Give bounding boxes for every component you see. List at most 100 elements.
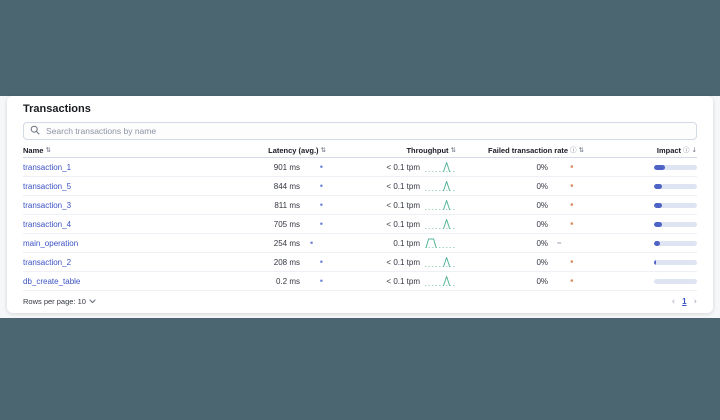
- transaction-link[interactable]: transaction_2: [23, 258, 71, 267]
- throughput-value: < 0.1 tpm: [386, 182, 420, 191]
- throughput-value: < 0.1 tpm: [386, 277, 420, 286]
- throughput-value: 0.1 tpm: [393, 239, 420, 248]
- table-row: transaction_5 844 ms < 0.1 tpm 0%: [23, 177, 697, 196]
- table-header-row: Name ⇅ Latency (avg.) ⇅ Throughput ⇅ Fai…: [23, 144, 697, 158]
- impact-cell: [584, 203, 697, 208]
- failed-rate-cell: 0%: [456, 162, 584, 172]
- column-header-latency[interactable]: Latency (avg.) ⇅: [230, 146, 326, 155]
- table-row: main_operation 254 ms 0.1 tpm 0%: [23, 234, 697, 253]
- latency-cell: 705 ms: [230, 219, 326, 229]
- failed-spark-mark: [571, 222, 573, 224]
- latency-spark-dot: [320, 261, 322, 263]
- latency-value: 705 ms: [274, 220, 300, 229]
- rows-per-page-button[interactable]: Rows per page: 10: [23, 297, 96, 306]
- latency-value: 811 ms: [274, 201, 300, 210]
- latency-sparkline: [304, 181, 326, 191]
- latency-cell: 844 ms: [230, 181, 326, 191]
- impact-bar: [654, 184, 697, 189]
- throughput-cell: 0.1 tpm: [326, 236, 456, 250]
- failed-rate-value: 0%: [536, 277, 548, 286]
- failed-rate-value: 0%: [536, 201, 548, 210]
- latency-spark-dot: [320, 280, 322, 282]
- latency-sparkline: [304, 238, 326, 248]
- next-page-button[interactable]: ›: [694, 297, 697, 307]
- transaction-name-cell: transaction_5: [23, 182, 230, 191]
- failed-rate-value: 0%: [536, 220, 548, 229]
- impact-bar-fill: [654, 222, 662, 227]
- transaction-link[interactable]: transaction_5: [23, 182, 71, 191]
- latency-cell: 901 ms: [230, 162, 326, 172]
- failed-rate-value: 0%: [536, 163, 548, 172]
- throughput-cell: < 0.1 tpm: [326, 198, 456, 212]
- throughput-sparkline: [424, 217, 456, 231]
- failed-rate-cell: 0%: [456, 219, 584, 229]
- throughput-sparkline: [424, 236, 456, 250]
- throughput-sparkline: [424, 198, 456, 212]
- latency-value: 844 ms: [274, 182, 300, 191]
- info-icon[interactable]: ⓘ: [570, 147, 577, 154]
- throughput-spark-spike: [444, 220, 450, 229]
- transaction-name-cell: db_create_table: [23, 277, 230, 286]
- throughput-cell: < 0.1 tpm: [326, 255, 456, 269]
- failed-rate-cell: 0%: [456, 181, 584, 191]
- latency-cell: 254 ms: [230, 238, 326, 248]
- failed-spark-mark: [571, 203, 573, 205]
- column-header-failed-rate[interactable]: Failed transaction rate ⓘ ⇅: [456, 146, 584, 155]
- throughput-sparkline: [424, 274, 456, 288]
- throughput-spark-spike: [444, 182, 450, 191]
- page-number-button[interactable]: 1: [682, 297, 686, 306]
- failed-rate-value: 0%: [536, 239, 548, 248]
- panel-title: Transactions: [23, 104, 697, 115]
- column-header-throughput[interactable]: Throughput ⇅: [326, 146, 456, 155]
- search-icon: [30, 125, 40, 135]
- latency-value: 208 ms: [274, 258, 300, 267]
- transaction-link[interactable]: main_operation: [23, 239, 78, 248]
- table-row: transaction_4 705 ms < 0.1 tpm 0%: [23, 215, 697, 234]
- latency-sparkline: [304, 257, 326, 267]
- impact-bar-fill: [654, 165, 665, 170]
- column-header-name[interactable]: Name ⇅: [23, 146, 230, 155]
- transaction-link[interactable]: db_create_table: [23, 277, 80, 286]
- throughput-spark-spike: [444, 258, 450, 267]
- impact-bar-fill: [654, 203, 662, 208]
- throughput-spark-spike: [426, 239, 436, 248]
- impact-bar: [654, 241, 697, 246]
- throughput-value: < 0.1 tpm: [386, 220, 420, 229]
- sort-desc-icon[interactable]: ↓: [692, 147, 697, 154]
- info-icon[interactable]: ⓘ: [683, 147, 690, 154]
- latency-sparkline: [304, 162, 326, 172]
- failed-spark-mark: [571, 260, 573, 262]
- failed-rate-sparkline: [552, 276, 584, 286]
- failed-spark-mark: [557, 242, 561, 243]
- transaction-name-cell: transaction_3: [23, 201, 230, 210]
- transaction-link[interactable]: transaction_1: [23, 163, 71, 172]
- transaction-name-cell: main_operation: [23, 239, 230, 248]
- failed-rate-cell: 0%: [456, 200, 584, 210]
- transaction-link[interactable]: transaction_4: [23, 220, 71, 229]
- sort-icon[interactable]: ⇅: [45, 147, 50, 154]
- impact-cell: [584, 184, 697, 189]
- impact-bar: [654, 260, 697, 265]
- table-row: transaction_1 901 ms < 0.1 tpm 0%: [23, 158, 697, 177]
- latency-spark-dot: [320, 185, 322, 187]
- previous-page-button[interactable]: ‹: [672, 297, 675, 307]
- latency-spark-dot: [320, 166, 322, 168]
- failed-spark-mark: [571, 184, 573, 186]
- table-row: db_create_table 0.2 ms < 0.1 tpm 0%: [23, 272, 697, 291]
- search-input[interactable]: [23, 122, 697, 140]
- failed-rate-sparkline: [552, 238, 584, 248]
- transaction-link[interactable]: transaction_3: [23, 201, 71, 210]
- throughput-value: < 0.1 tpm: [386, 201, 420, 210]
- impact-bar-fill: [654, 260, 656, 265]
- impact-cell: [584, 165, 697, 170]
- impact-bar: [654, 203, 697, 208]
- latency-cell: 208 ms: [230, 257, 326, 267]
- failed-rate-sparkline: [552, 200, 584, 210]
- column-header-impact[interactable]: Impact ⓘ ↓: [584, 146, 697, 155]
- impact-cell: [584, 279, 697, 284]
- transaction-name-cell: transaction_1: [23, 163, 230, 172]
- latency-spark-dot: [320, 223, 322, 225]
- impact-cell: [584, 241, 697, 246]
- failed-rate-sparkline: [552, 162, 584, 172]
- failed-rate-cell: 0%: [456, 257, 584, 267]
